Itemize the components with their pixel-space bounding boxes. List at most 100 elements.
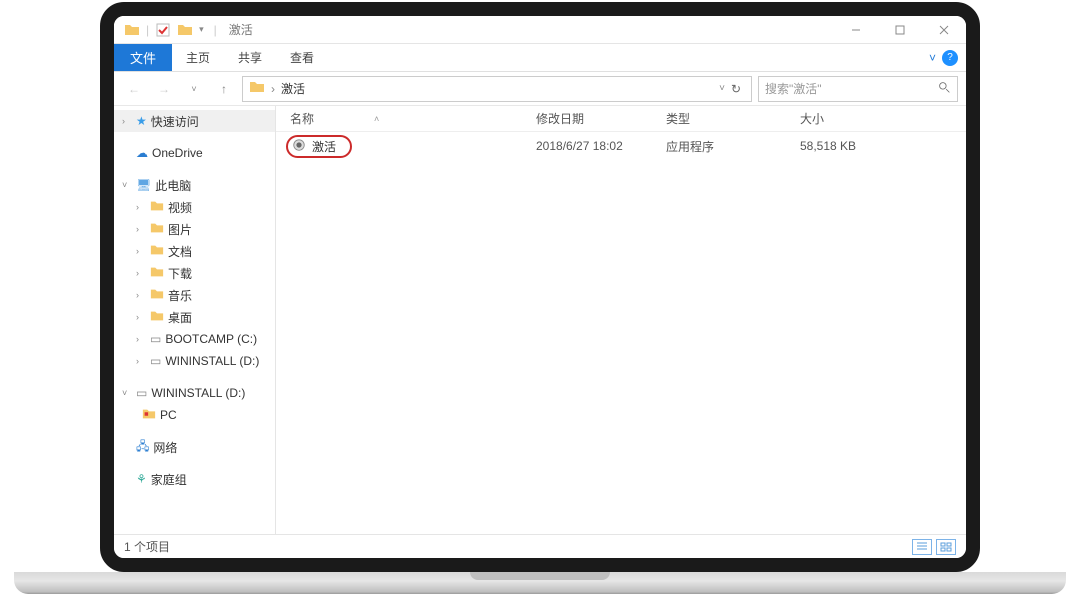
quick-access-toolbar: | ▾ | xyxy=(118,22,223,38)
forward-button[interactable]: → xyxy=(152,77,176,101)
back-button[interactable]: ← xyxy=(122,77,146,101)
sidebar-item-label: 下载 xyxy=(168,265,192,282)
sidebar-desktop[interactable]: › 桌面 xyxy=(114,306,275,328)
chevron-right-icon[interactable]: › xyxy=(136,356,146,366)
sidebar-item-label: 音乐 xyxy=(168,287,192,304)
sidebar-documents[interactable]: › 文档 xyxy=(114,240,275,262)
application-icon xyxy=(292,138,306,155)
navigation-sidebar: › ★ 快速访问 ☁ OneDrive ˅ 🖥 此电脑 › xyxy=(114,106,276,534)
file-type: 应用程序 xyxy=(666,138,786,155)
window-title: 激活 xyxy=(229,21,253,38)
chevron-right-icon[interactable]: › xyxy=(136,224,146,234)
homegroup-icon: ⚘ xyxy=(136,472,147,486)
sidebar-item-label: 视频 xyxy=(168,199,192,216)
checkbox-icon[interactable] xyxy=(155,22,171,38)
view-details-button[interactable] xyxy=(912,539,932,555)
item-count: 1 个项目 xyxy=(124,538,170,555)
folder-icon xyxy=(124,22,140,38)
tab-view[interactable]: 查看 xyxy=(276,44,328,71)
file-tab[interactable]: 文件 xyxy=(114,44,172,71)
maximize-button[interactable] xyxy=(878,16,922,44)
sidebar-drive-d[interactable]: › ▭ WININSTALL (D:) xyxy=(114,350,275,372)
chevron-right-icon[interactable]: › xyxy=(136,334,146,344)
folder-icon xyxy=(142,407,156,424)
address-dropdown-icon[interactable]: ˅ xyxy=(719,83,725,94)
column-name[interactable]: 名称 xyxy=(290,110,314,127)
refresh-button[interactable]: ↻ xyxy=(731,82,741,96)
sidebar-pc-folder[interactable]: PC xyxy=(114,404,275,426)
explorer-window: | ▾ | 激活 xyxy=(114,16,966,558)
chevron-right-icon[interactable]: › xyxy=(136,290,146,300)
chevron-right-icon[interactable]: › xyxy=(122,116,132,126)
folder-icon xyxy=(150,287,164,304)
file-row[interactable]: 激活 2018/6/27 18:02 应用程序 58,518 KB xyxy=(276,132,966,160)
sidebar-drive-c[interactable]: › ▭ BOOTCAMP (C:) xyxy=(114,328,275,350)
star-icon: ★ xyxy=(136,114,147,128)
help-icon[interactable]: ? xyxy=(942,50,958,66)
view-icons-button[interactable] xyxy=(936,539,956,555)
chevron-right-icon[interactable]: › xyxy=(136,202,146,212)
search-input[interactable]: 搜索"激活" xyxy=(758,76,958,102)
search-icon[interactable] xyxy=(938,81,951,97)
sidebar-homegroup[interactable]: ⚘ 家庭组 xyxy=(114,468,275,490)
ribbon-expand-icon[interactable]: ˅ xyxy=(929,51,936,65)
sidebar-item-label: BOOTCAMP (C:) xyxy=(165,332,257,346)
folder-icon-small xyxy=(177,22,193,38)
sidebar-item-label: WININSTALL (D:) xyxy=(165,354,259,368)
sidebar-pictures[interactable]: › 图片 xyxy=(114,218,275,240)
sort-indicator-icon[interactable]: ˄ xyxy=(374,114,379,124)
sidebar-item-label: 此电脑 xyxy=(155,177,191,194)
sidebar-item-label: 桌面 xyxy=(168,309,192,326)
qat-separator: | xyxy=(146,23,149,37)
chevron-right-icon[interactable]: › xyxy=(271,82,275,96)
chevron-right-icon[interactable]: › xyxy=(136,246,146,256)
sidebar-videos[interactable]: › 视频 xyxy=(114,196,275,218)
sidebar-item-label: WININSTALL (D:) xyxy=(151,386,245,400)
column-headers: 名称 ˄ 修改日期 类型 大小 xyxy=(276,106,966,132)
highlighted-file: 激活 xyxy=(286,135,352,158)
chevron-right-icon[interactable]: › xyxy=(136,268,146,278)
laptop-base xyxy=(14,572,1066,594)
sidebar-item-label: 快速访问 xyxy=(151,113,199,130)
sidebar-onedrive[interactable]: ☁ OneDrive xyxy=(114,142,275,164)
sidebar-item-label: 家庭组 xyxy=(151,471,187,488)
sidebar-network[interactable]: 🖧 网络 xyxy=(114,436,275,458)
sidebar-item-label: 网络 xyxy=(153,439,177,456)
status-bar: 1 个项目 xyxy=(114,534,966,558)
column-size[interactable]: 大小 xyxy=(786,110,906,127)
column-type[interactable]: 类型 xyxy=(666,110,786,127)
close-button[interactable] xyxy=(922,16,966,44)
breadcrumb-folder[interactable]: 激活 xyxy=(281,80,305,97)
folder-icon xyxy=(150,243,164,260)
sidebar-item-label: 图片 xyxy=(168,221,192,238)
sidebar-quick-access[interactable]: › ★ 快速访问 xyxy=(114,110,275,132)
chevron-down-icon[interactable]: ˅ xyxy=(122,388,132,398)
sidebar-this-pc[interactable]: ˅ 🖥 此电脑 xyxy=(114,174,275,196)
ribbon-bar: 文件 主页 共享 查看 ˅ ? xyxy=(114,44,966,72)
qat-dropdown-icon[interactable]: ▾ xyxy=(199,24,204,35)
search-placeholder: 搜索"激活" xyxy=(765,80,822,97)
recent-dropdown[interactable]: ˅ xyxy=(182,77,206,101)
chevron-right-icon[interactable]: › xyxy=(136,312,146,322)
folder-icon xyxy=(150,221,164,238)
file-date: 2018/6/27 18:02 xyxy=(536,139,666,153)
chevron-down-icon[interactable]: ˅ xyxy=(122,180,132,190)
sidebar-downloads[interactable]: › 下载 xyxy=(114,262,275,284)
tab-home[interactable]: 主页 xyxy=(172,44,224,71)
up-button[interactable]: ↑ xyxy=(212,77,236,101)
cloud-icon: ☁ xyxy=(136,146,148,160)
sidebar-item-label: 文档 xyxy=(168,243,192,260)
sidebar-drive-d2[interactable]: ˅ ▭ WININSTALL (D:) xyxy=(114,382,275,404)
drive-icon: ▭ xyxy=(150,354,161,368)
folder-icon xyxy=(249,79,265,98)
minimize-button[interactable] xyxy=(834,16,878,44)
column-date[interactable]: 修改日期 xyxy=(536,110,666,127)
breadcrumb[interactable]: › 激活 ˅ ↻ xyxy=(242,76,752,102)
sidebar-item-label: OneDrive xyxy=(152,146,203,160)
tab-share[interactable]: 共享 xyxy=(224,44,276,71)
sidebar-music[interactable]: › 音乐 xyxy=(114,284,275,306)
file-size: 58,518 KB xyxy=(786,139,906,153)
drive-icon: ▭ xyxy=(136,386,147,400)
network-icon: 🖧 xyxy=(136,437,149,458)
title-bar: | ▾ | 激活 xyxy=(114,16,966,44)
